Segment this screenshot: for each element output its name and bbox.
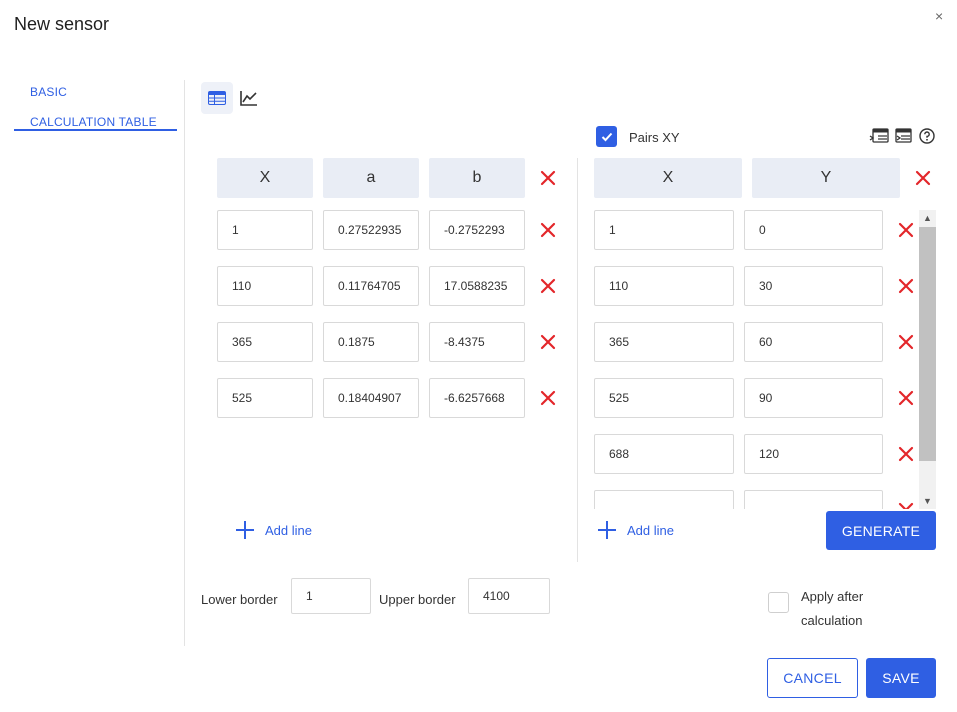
table-view-button[interactable] [201,82,233,114]
export-table-icon[interactable] [895,128,915,144]
cell-y[interactable]: 90 [744,378,883,418]
delete-column-icon[interactable] [915,170,931,186]
delete-row-icon[interactable] [898,334,914,350]
cell-b[interactable]: -6.6257668 [429,378,525,418]
apply-label-line-1: Apply after [801,589,864,604]
dialog-title: New sensor [14,14,110,34]
generate-button[interactable]: GENERATE [826,511,936,550]
pairs-table-body: 1 0 110 30 365 60 525 90 688 120 [594,210,936,509]
cell-x[interactable]: 688 [594,434,734,474]
cell-x[interactable]: 365 [594,322,734,362]
column-header-a: a [323,158,419,198]
cell-b[interactable]: 17.0588235 [429,266,525,306]
add-line-label: Add line [627,522,674,538]
chart-view-button[interactable] [233,82,265,114]
tables-divider [577,158,578,562]
lower-border-label: Lower border [201,592,278,607]
column-header-x: X [594,158,742,198]
delete-row-icon[interactable] [540,278,556,294]
close-icon[interactable]: × [935,8,943,24]
sidebar-item-calculation-table[interactable]: CALCULATION TABLE [30,115,157,129]
right-add-line-button[interactable]: Add line [597,520,674,540]
column-header-b: b [429,158,525,198]
plus-icon [598,521,616,539]
pairs-scrollbar-thumb[interactable] [919,227,936,461]
scroll-down-icon[interactable]: ▼ [919,493,936,509]
cell-a[interactable]: 0.18404907 [323,378,419,418]
cell-y[interactable]: 0 [744,210,883,250]
cell-y[interactable]: 30 [744,266,883,306]
help-icon[interactable] [919,128,935,144]
cell-y[interactable]: 120 [744,434,883,474]
delete-column-icon[interactable] [540,170,556,186]
cell-x[interactable]: 365 [217,322,313,362]
cell-x[interactable]: 525 [217,378,313,418]
pairs-xy-label: Pairs XY [629,130,680,145]
sidebar-item-basic[interactable]: BASIC [30,85,67,99]
cell-a[interactable]: 0.11764705 [323,266,419,306]
apply-after-calculation-label: Apply after calculation [801,585,863,633]
check-icon [601,132,612,141]
cancel-button[interactable]: CANCEL [767,658,858,698]
cell-y[interactable] [744,490,883,509]
delete-row-icon[interactable] [540,222,556,238]
add-line-label: Add line [265,522,312,538]
apply-label-line-2: calculation [801,613,863,628]
sidebar-active-indicator [14,129,177,131]
line-chart-icon [240,91,257,106]
sidebar-divider [184,80,185,646]
delete-row-icon[interactable] [898,278,914,294]
left-add-line-button[interactable]: Add line [235,520,312,540]
cell-x[interactable]: 1 [217,210,313,250]
cell-x[interactable]: 1 [594,210,734,250]
cell-b[interactable]: -8.4375 [429,322,525,362]
delete-row-icon[interactable] [898,222,914,238]
cell-a[interactable]: 0.27522935 [323,210,419,250]
pairs-xy-checkbox[interactable] [596,126,617,147]
cell-x[interactable] [594,490,734,509]
lower-border-input[interactable]: 1 [291,578,371,614]
cell-a[interactable]: 0.1875 [323,322,419,362]
cell-x[interactable]: 525 [594,378,734,418]
upper-border-input[interactable]: 4100 [468,578,550,614]
delete-row-icon[interactable] [898,390,914,406]
delete-row-icon[interactable] [898,446,914,462]
delete-row-icon[interactable] [540,334,556,350]
cell-x[interactable]: 110 [594,266,734,306]
save-button[interactable]: SAVE [866,658,936,698]
delete-row-icon[interactable] [898,502,914,509]
column-header-x: X [217,158,313,198]
import-table-icon[interactable] [869,128,889,144]
table-icon [208,91,226,105]
cell-y[interactable]: 60 [744,322,883,362]
upper-border-label: Upper border [379,592,456,607]
apply-after-calculation-checkbox[interactable] [768,592,789,613]
scroll-up-icon[interactable]: ▲ [919,210,936,226]
column-header-y: Y [752,158,900,198]
plus-icon [236,521,254,539]
delete-row-icon[interactable] [540,390,556,406]
cell-b[interactable]: -0.2752293 [429,210,525,250]
cell-x[interactable]: 110 [217,266,313,306]
